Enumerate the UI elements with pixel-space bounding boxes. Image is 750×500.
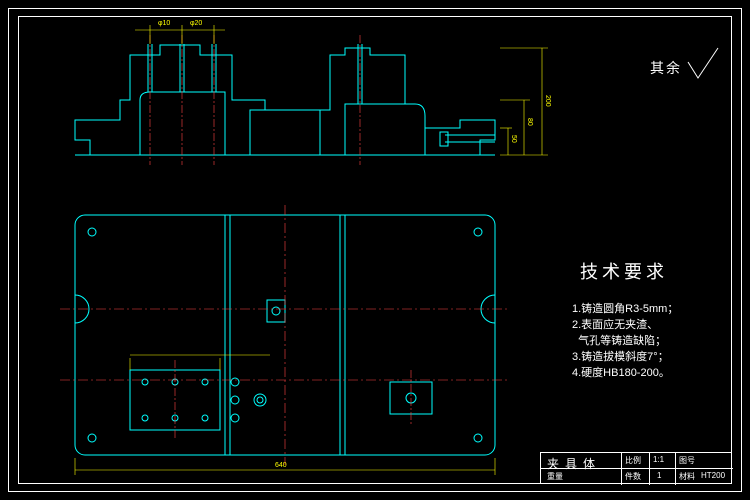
part-name: 夹具体	[547, 455, 601, 472]
dim-bottom: 640	[275, 462, 287, 469]
techreq-title: 技术要求	[580, 258, 668, 284]
dim-r1: 200	[544, 95, 551, 107]
other1: 图号	[679, 455, 695, 466]
scale-label: 比例	[625, 455, 641, 466]
dim-r3: 50	[510, 135, 517, 143]
bottom-plan-view	[60, 205, 510, 475]
techreq-3: 3.铸造拔模斜度7°；	[572, 348, 669, 364]
drawing-svg	[0, 0, 750, 500]
titleblock: 夹具体 比例 1:1 件数 1 图号 材料 HT200 重量	[540, 452, 732, 484]
other2: 重量	[547, 471, 563, 482]
techreq-1: 1.铸造圆角R3-5mm；	[572, 300, 678, 316]
other-label: 其余	[650, 58, 682, 78]
dim-r2: 80	[526, 118, 533, 126]
cad-canvas: 其余 技术要求 1.铸造圆角R3-5mm； 2.表面应无夹渣、 气孔等铸造缺陷；…	[0, 0, 750, 500]
mat-label: 材料	[679, 471, 695, 482]
top-section-view	[75, 25, 548, 165]
dim-t2: φ20	[190, 20, 202, 27]
techreq-2: 2.表面应无夹渣、	[572, 316, 658, 332]
scale-value: 1:1	[653, 455, 664, 464]
sheet-label: 件数	[625, 471, 641, 482]
surface-finish-symbol	[688, 48, 718, 78]
techreq-4: 4.硬度HB180-200。	[572, 364, 670, 380]
techreq-2b: 气孔等铸造缺陷；	[572, 332, 666, 348]
sheet-value: 1	[657, 471, 661, 480]
mat-value: HT200	[701, 471, 725, 480]
dim-t1: φ10	[158, 20, 170, 27]
